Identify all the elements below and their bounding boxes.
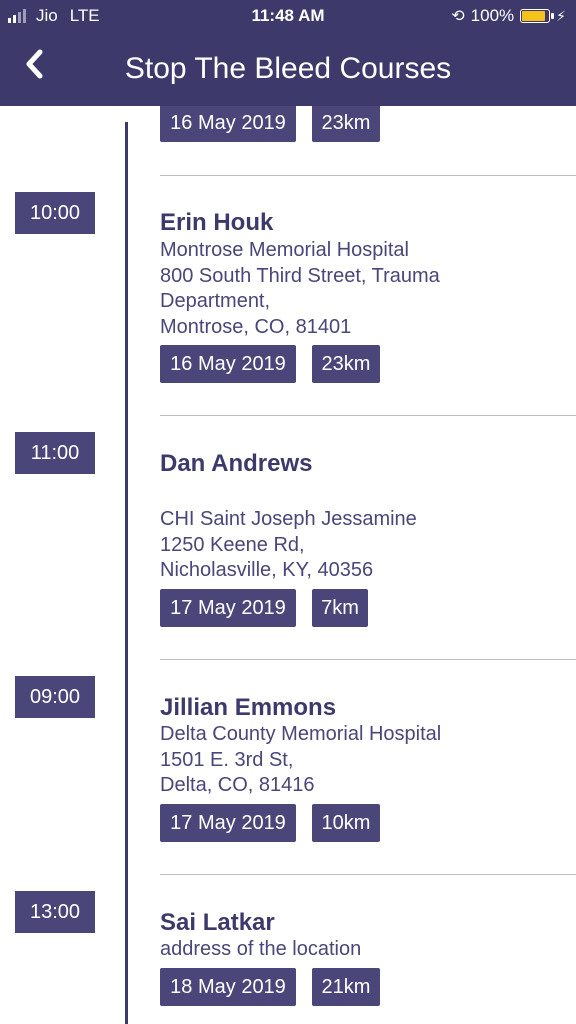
status-bar: Jio LTE 11:48 AM ⟲ 100% ⚡ bbox=[0, 0, 576, 32]
course-time-badge: 11:00 bbox=[15, 432, 95, 474]
divider bbox=[160, 175, 576, 176]
course-instructor-name: Erin Houk bbox=[160, 209, 274, 236]
rotation-lock-icon: ⟲ bbox=[451, 8, 465, 25]
course-distance-chip: 10km bbox=[312, 804, 380, 842]
course-date-chip: 18 May 2019 bbox=[160, 968, 296, 1006]
course-date-chip: 17 May 2019 bbox=[160, 804, 296, 842]
charging-icon: ⚡ bbox=[556, 7, 566, 24]
course-date-chip: 16 May 2019 bbox=[160, 345, 296, 383]
course-instructor-name: Dan Andrews bbox=[160, 450, 313, 477]
course-time-badge: 09:00 bbox=[15, 676, 95, 718]
timeline-line bbox=[125, 122, 128, 1024]
course-address: Delta County Memorial Hospital 1501 E. 3… bbox=[160, 723, 442, 796]
course-address: Montrose Memorial Hospital 800 South Thi… bbox=[160, 239, 440, 338]
battery-percent: 100% bbox=[470, 6, 515, 25]
course-time-badge: 10:00 bbox=[15, 192, 95, 234]
course-instructor-name: Jillian Emmons bbox=[160, 694, 337, 721]
course-instructor-name: Sai Latkar bbox=[160, 909, 275, 936]
course-date-chip: 16 May 2019 bbox=[160, 106, 296, 142]
course-address: address of the location bbox=[160, 938, 362, 960]
divider bbox=[160, 659, 576, 660]
course-distance-chip: 21km bbox=[312, 968, 380, 1006]
divider bbox=[160, 874, 576, 875]
course-distance-chip: 23km bbox=[312, 345, 380, 383]
course-distance-chip: 7km bbox=[312, 589, 368, 627]
course-time-badge: 13:00 bbox=[15, 891, 95, 933]
course-address: CHI Saint Joseph Jessamine 1250 Keene Rd… bbox=[160, 508, 417, 581]
battery-icon bbox=[520, 9, 555, 23]
app-header: Jio LTE 11:48 AM ⟲ 100% ⚡ Stop The Bleed… bbox=[0, 0, 576, 106]
course-date-chip: 17 May 2019 bbox=[160, 589, 296, 627]
course-distance-chip: 23km bbox=[312, 106, 380, 142]
page-title: Stop The Bleed Courses bbox=[124, 52, 452, 85]
course-list[interactable]: 16 May 2019 23km 10:00 Erin Houk Montros… bbox=[0, 106, 576, 1024]
divider bbox=[160, 415, 576, 416]
